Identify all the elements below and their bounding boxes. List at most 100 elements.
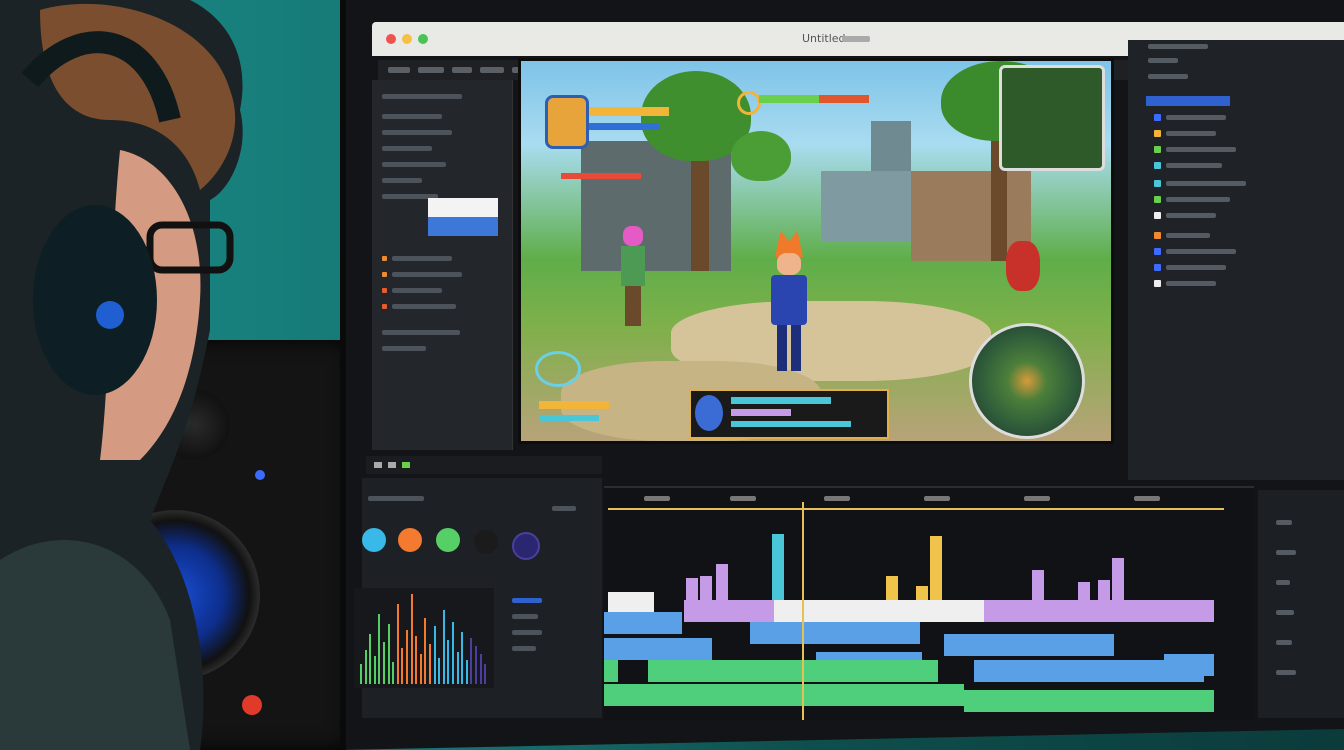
timeline-clip[interactable] <box>984 600 1214 622</box>
timeline-clip[interactable] <box>684 600 774 622</box>
panel-row[interactable] <box>382 146 432 151</box>
tool-button[interactable] <box>1276 640 1292 645</box>
timeline-keyframe-bar[interactable] <box>1098 580 1110 600</box>
timeline-clip[interactable] <box>804 600 984 622</box>
title-control[interactable] <box>842 36 870 42</box>
panel-row[interactable] <box>512 630 542 635</box>
timeline-keyframe-bar[interactable] <box>1032 570 1044 600</box>
action-bar[interactable] <box>689 389 889 439</box>
panel-row[interactable] <box>1166 197 1230 202</box>
timeline-panel[interactable] <box>604 486 1254 720</box>
close-icon[interactable] <box>386 34 396 44</box>
enemy-character[interactable] <box>1006 241 1040 291</box>
timeline-keyframe-bar[interactable] <box>772 534 784 600</box>
tool-button[interactable] <box>1276 580 1290 585</box>
panel-row[interactable] <box>1166 115 1226 120</box>
panel-row[interactable] <box>392 272 462 277</box>
timeline-clip[interactable] <box>604 612 682 634</box>
hair <box>623 226 643 246</box>
timeline-clip[interactable] <box>1164 654 1214 676</box>
panel-row[interactable] <box>1166 163 1222 168</box>
panel-row[interactable] <box>392 256 452 261</box>
panel-row[interactable] <box>552 506 576 511</box>
panel-row[interactable] <box>1166 213 1216 218</box>
timeline-keyframe-bar[interactable] <box>930 536 942 600</box>
panel-row[interactable] <box>1166 233 1210 238</box>
timeline-clip[interactable] <box>604 660 618 682</box>
timeline-clip[interactable] <box>944 634 1114 656</box>
panel-row[interactable] <box>1166 265 1226 270</box>
panel-row[interactable] <box>382 94 462 99</box>
minimap-icon[interactable] <box>999 65 1105 171</box>
panel-row[interactable] <box>1166 131 1216 136</box>
swatch-black[interactable] <box>474 530 498 554</box>
menu-item[interactable] <box>480 67 504 73</box>
panel-row[interactable] <box>512 646 536 651</box>
panel-row[interactable] <box>1166 147 1236 152</box>
swatch-orange[interactable] <box>398 528 422 552</box>
timeline-range-bar[interactable] <box>608 508 1224 510</box>
timeline-keyframe-bar[interactable] <box>716 564 728 600</box>
tool-button[interactable] <box>1276 520 1292 525</box>
timeline-keyframe-bar[interactable] <box>1078 582 1090 600</box>
torso <box>771 275 807 325</box>
panel-row[interactable] <box>1148 58 1178 63</box>
selected-row[interactable] <box>1146 96 1230 106</box>
timeline-clip[interactable] <box>608 592 654 614</box>
panel-row[interactable] <box>512 598 542 603</box>
panel-row[interactable] <box>1148 74 1188 79</box>
panel-row[interactable] <box>1166 249 1236 254</box>
timeline-clip[interactable] <box>648 660 938 682</box>
minimize-icon[interactable] <box>402 34 412 44</box>
panel-row[interactable] <box>382 162 446 167</box>
play-icon[interactable] <box>695 395 723 431</box>
player-character[interactable] <box>771 231 807 371</box>
right-tool-column <box>1258 490 1344 718</box>
radar-minimap[interactable] <box>969 323 1085 439</box>
audio-waveform[interactable] <box>354 588 494 688</box>
swatch-purple[interactable] <box>512 532 540 560</box>
tool-button[interactable] <box>1276 610 1294 615</box>
menu-item[interactable] <box>388 67 410 73</box>
timeline-keyframe-bar[interactable] <box>886 576 898 600</box>
swatch-blue[interactable] <box>362 528 386 552</box>
tool-button[interactable] <box>1276 670 1296 675</box>
swatch-green[interactable] <box>436 528 460 552</box>
timeline-keyframe-bar[interactable] <box>916 586 928 600</box>
play-icon[interactable] <box>402 462 410 468</box>
menu-item[interactable] <box>418 67 444 73</box>
color-preview[interactable] <box>428 198 498 236</box>
game-viewport[interactable] <box>518 58 1114 444</box>
timeline-keyframe-bar[interactable] <box>700 576 712 600</box>
maximize-icon[interactable] <box>418 34 428 44</box>
panel-row[interactable] <box>392 304 456 309</box>
timeline-clip[interactable] <box>604 638 712 660</box>
panel-row[interactable] <box>382 130 452 135</box>
waveform-bar <box>484 664 487 684</box>
panel-row[interactable] <box>1148 44 1208 49</box>
panel-row[interactable] <box>1166 281 1216 286</box>
panel-row[interactable] <box>382 330 460 335</box>
menu-item[interactable] <box>452 67 472 73</box>
panel-row[interactable] <box>382 178 422 183</box>
transport-button[interactable] <box>374 462 382 468</box>
character-portrait-icon[interactable] <box>545 95 589 149</box>
ability-icon[interactable] <box>535 351 581 387</box>
tool-button[interactable] <box>1276 550 1296 555</box>
npc-character[interactable] <box>621 226 645 326</box>
panel-row[interactable] <box>392 288 442 293</box>
panel-row[interactable] <box>512 614 538 619</box>
timeline-keyframe-bar[interactable] <box>1112 558 1124 600</box>
panel-row[interactable] <box>1166 181 1246 186</box>
panel-row[interactable] <box>368 496 424 501</box>
transport-button[interactable] <box>388 462 396 468</box>
gear-icon[interactable] <box>737 91 761 115</box>
timeline-clip[interactable] <box>750 622 920 644</box>
playhead[interactable] <box>802 502 804 720</box>
timeline-clip[interactable] <box>774 600 804 622</box>
panel-row[interactable] <box>382 114 442 119</box>
panel-row[interactable] <box>382 346 426 351</box>
timeline-clip[interactable] <box>964 690 1214 712</box>
timeline-keyframe-bar[interactable] <box>686 578 698 600</box>
timeline-clip[interactable] <box>604 684 964 706</box>
